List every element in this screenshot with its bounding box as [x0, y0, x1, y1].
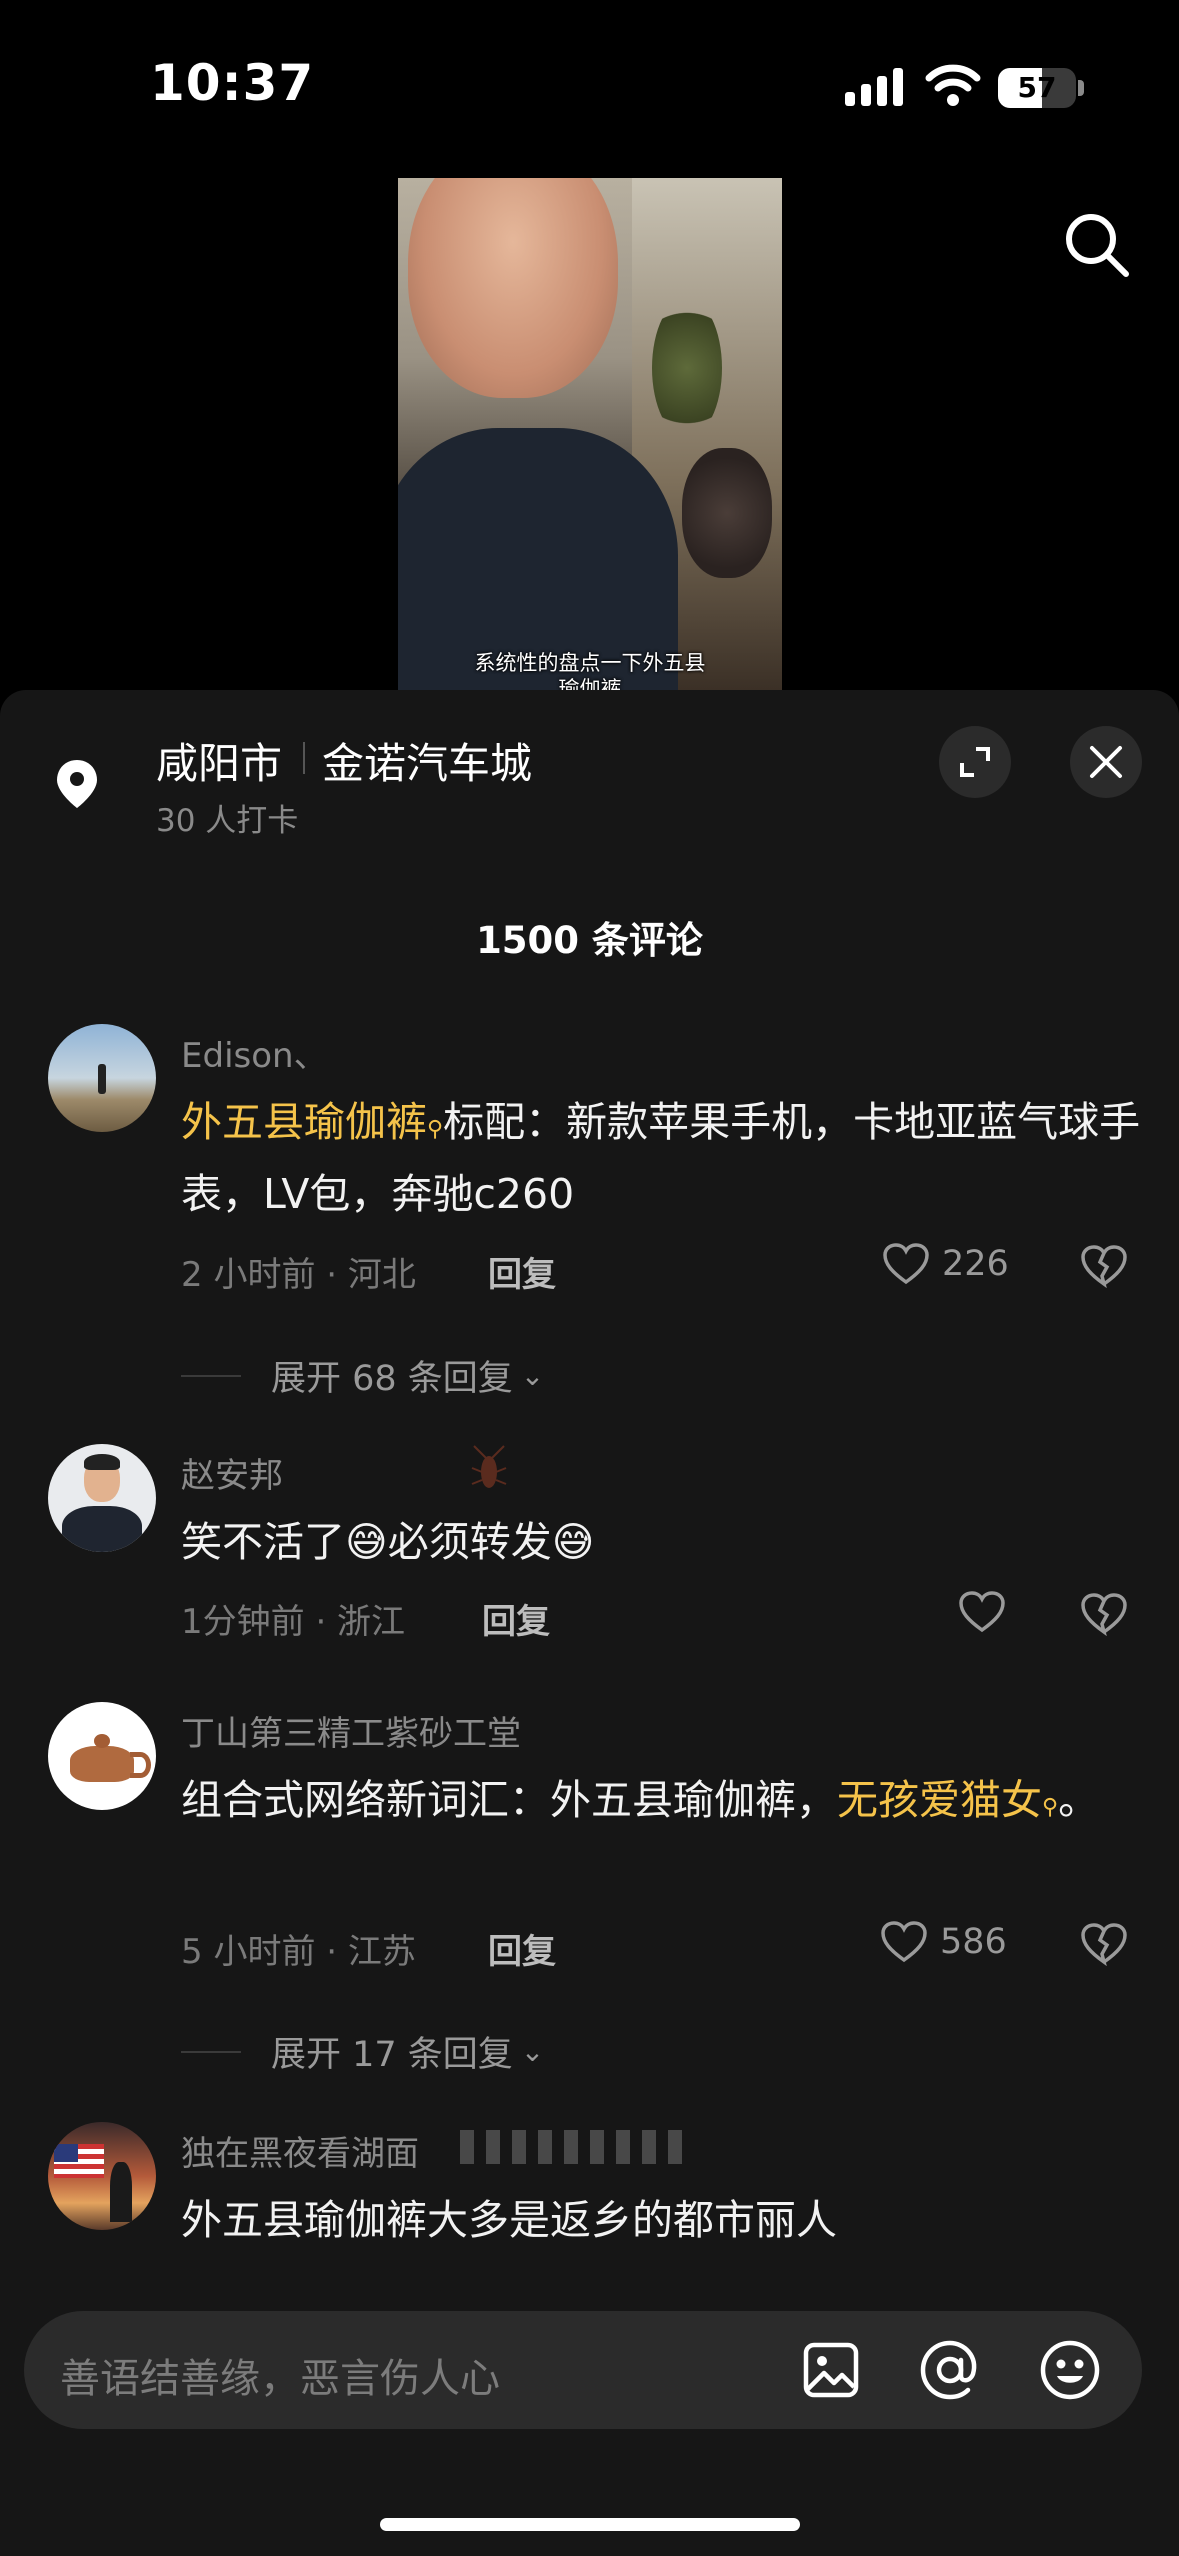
comment-text: 笑不活了😅必须转发😅 [181, 1518, 595, 1566]
location-divider [303, 742, 305, 774]
battery-level: 57 [1017, 71, 1057, 104]
at-icon[interactable] [918, 2338, 982, 2402]
cellular-signal-icon [845, 66, 905, 106]
battery-icon: 57 [998, 68, 1076, 108]
username-badges [460, 2130, 682, 2164]
comment-search-keyword[interactable]: 外五县瑜伽裤 [181, 1098, 427, 1146]
avatar[interactable] [48, 1702, 156, 1810]
reply-button[interactable]: 回复 [488, 1924, 556, 1973]
like-button[interactable] [958, 1590, 1018, 1634]
broken-heart-icon[interactable] [1080, 1592, 1128, 1636]
checkin-count: 30 人打卡 [156, 803, 299, 839]
comment-text: 外五县瑜伽裤大多是返乡的都市丽人 [181, 2196, 837, 2244]
close-icon [1090, 746, 1122, 778]
comment-username[interactable]: 独在黑夜看湖面 [181, 2126, 419, 2175]
search-keyword-icon: ⚲ [1042, 1795, 1059, 1820]
expand-icon [960, 747, 990, 777]
search-keyword-icon: ⚲ [427, 1117, 444, 1142]
reply-button[interactable]: 回复 [488, 1247, 556, 1296]
battery-cap [1078, 80, 1084, 96]
avatar[interactable] [48, 1024, 156, 1132]
reply-button[interactable]: 回复 [482, 1594, 550, 1643]
heart-icon [883, 1243, 929, 1285]
heart-icon [959, 1591, 1005, 1633]
image-icon[interactable] [802, 2341, 860, 2399]
expand-replies-button[interactable]: 展开 68 条回复 ⌄ [181, 1350, 544, 1401]
like-button[interactable]: 586 [880, 1920, 1007, 1964]
close-button[interactable] [1070, 726, 1142, 798]
comment-meta: 2 小时前 · 河北 [181, 1255, 416, 1295]
like-count: 586 [940, 1922, 1007, 1962]
comment-text: 组合式网络新词汇：外五县瑜伽裤，无孩爱猫女⚲。 [181, 1776, 1100, 1824]
expand-button[interactable] [939, 726, 1011, 798]
comment-meta: 1分钟前 · 浙江 [181, 1602, 406, 1642]
avatar[interactable] [48, 1444, 156, 1552]
comment-search-keyword[interactable]: 无孩爱猫女 [837, 1776, 1042, 1824]
wifi-icon [925, 64, 981, 106]
status-time: 10:37 [150, 54, 315, 112]
comment-meta: 5 小时前 · 江苏 [181, 1932, 416, 1972]
like-count: 226 [942, 1244, 1009, 1284]
video-preview[interactable]: 系统性的盘点一下外五县 瑜伽裤 [398, 178, 782, 690]
comment-username[interactable]: 丁山第三精工紫砂工堂 [181, 1706, 521, 1755]
home-indicator[interactable] [380, 2518, 800, 2531]
comment-username[interactable]: 赵安邦 [181, 1448, 283, 1497]
video-caption: 系统性的盘点一下外五县 瑜伽裤 [474, 651, 706, 690]
location-city[interactable]: 咸阳市 [156, 730, 282, 791]
broken-heart-icon[interactable] [1080, 1922, 1128, 1966]
location-place[interactable]: 金诺汽车城 [322, 730, 532, 791]
emoji-icon[interactable] [1038, 2338, 1102, 2402]
broken-heart-icon[interactable] [1080, 1244, 1128, 1288]
search-icon[interactable] [1060, 208, 1132, 280]
heart-icon [881, 1921, 927, 1963]
comment-input-placeholder: 善语结善缘，恶言伤人心 [60, 2356, 500, 2402]
bug-badge-icon [471, 1445, 507, 1488]
expand-replies-button[interactable]: 展开 17 条回复 ⌄ [181, 2026, 544, 2077]
location-pin-icon [57, 760, 97, 808]
comments-count-title: 1500 条评论 [476, 919, 703, 962]
comment-username[interactable]: Edison、 [181, 1028, 328, 1077]
avatar[interactable] [48, 2122, 156, 2230]
comment-text: 外五县瑜伽裤⚲标配：新款苹果手机，卡地亚蓝气球手表，LV包，奔驰c260 [181, 1098, 1141, 1218]
like-button[interactable]: 226 [882, 1242, 1009, 1286]
